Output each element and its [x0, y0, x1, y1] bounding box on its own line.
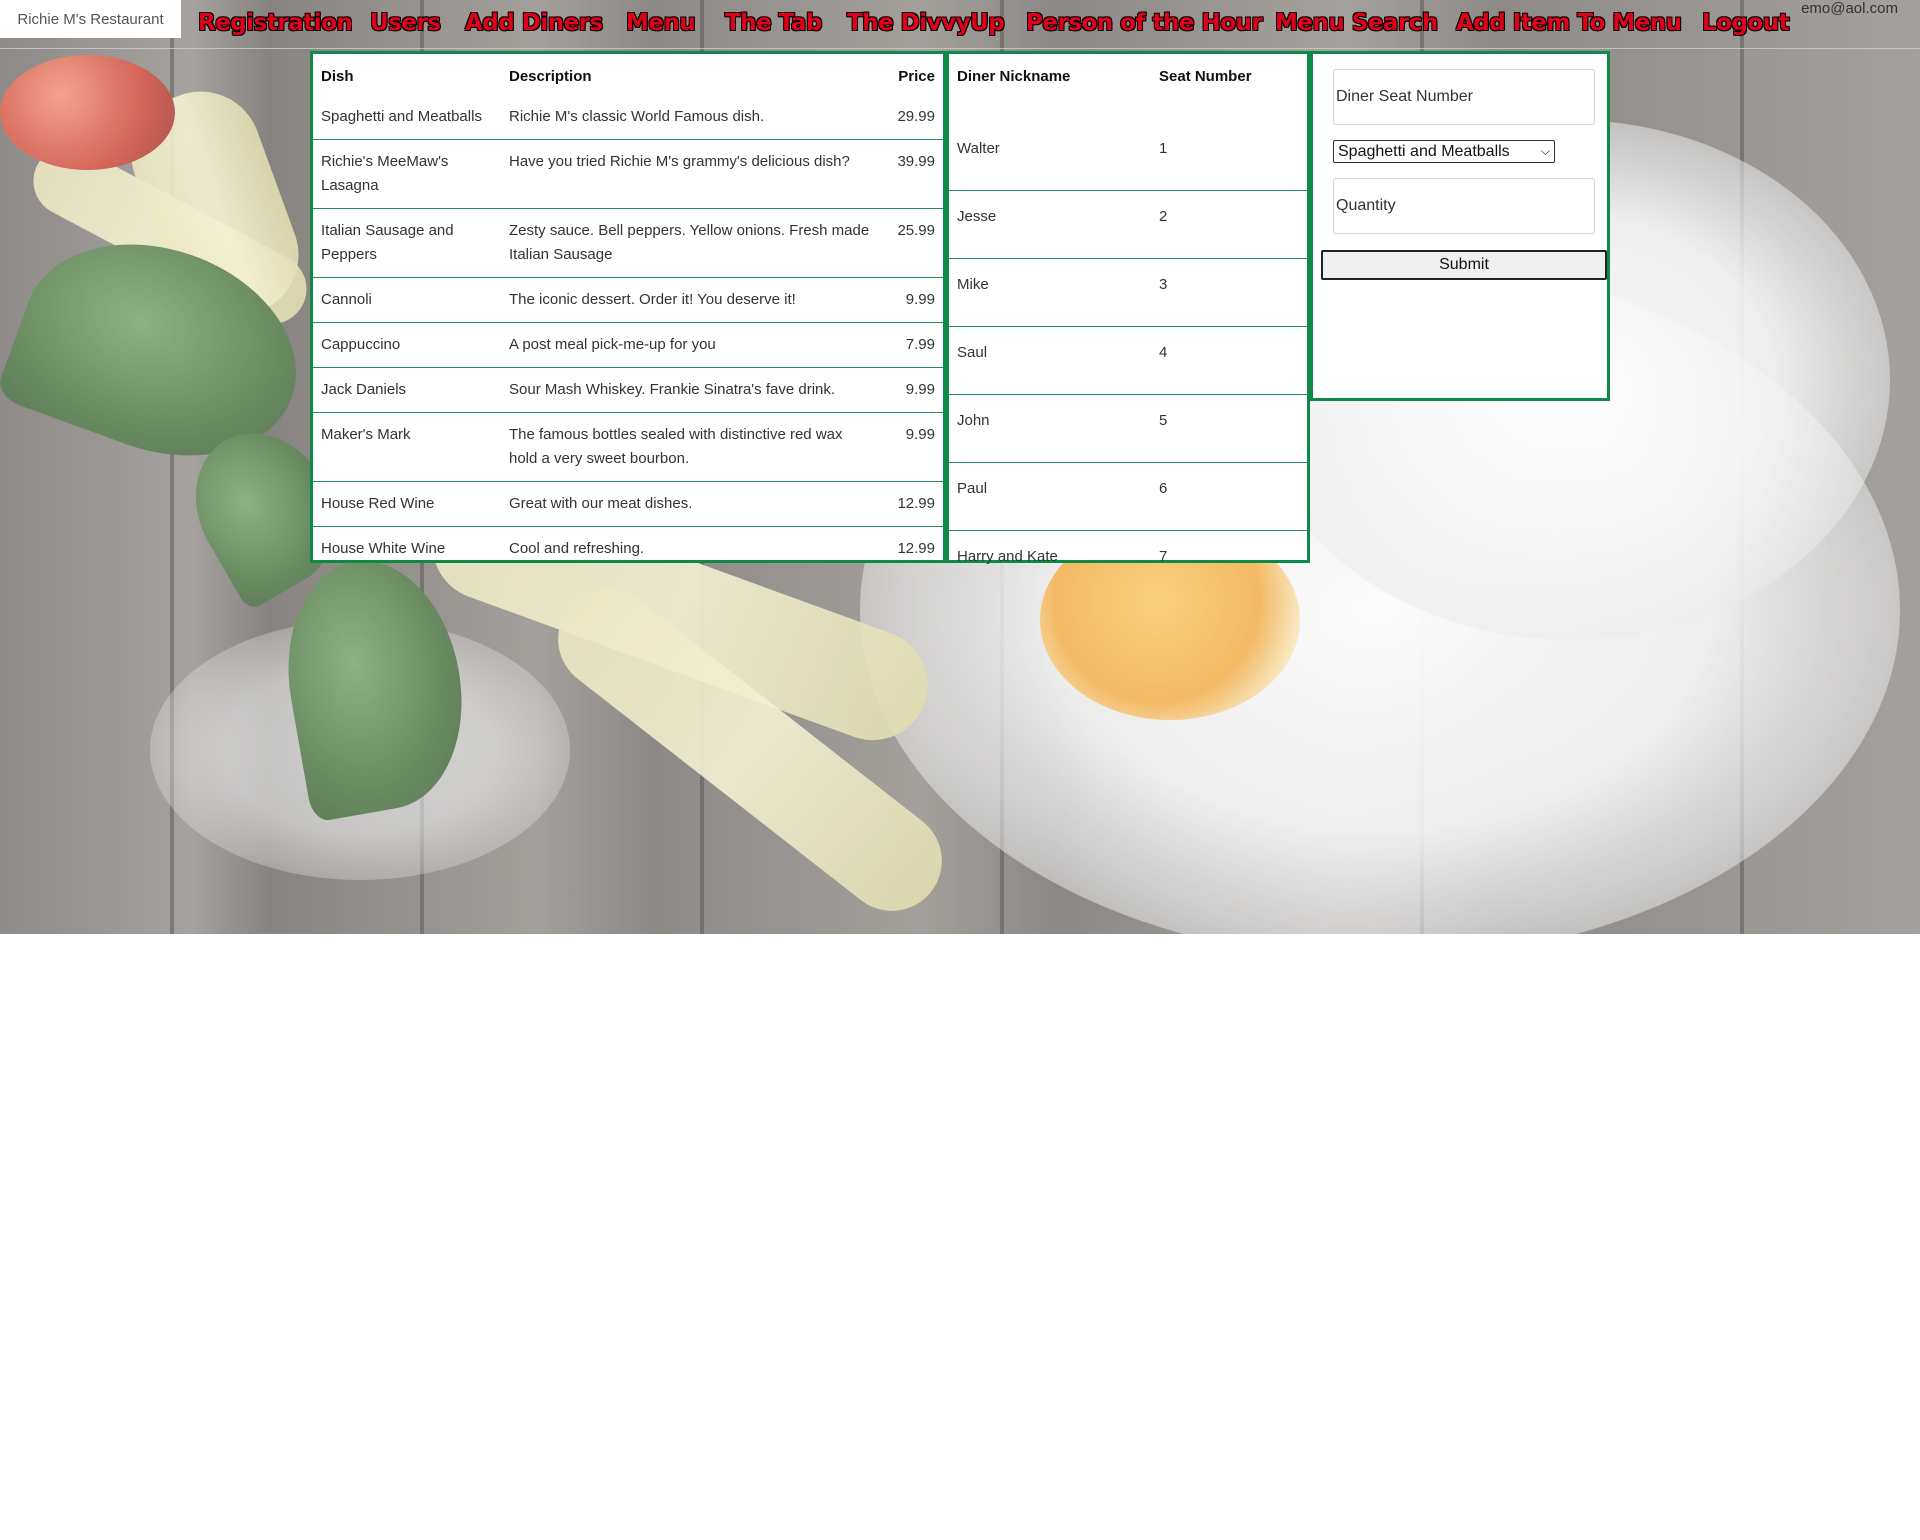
seat-number-input[interactable]: [1333, 69, 1595, 125]
dish-name: House White Wine: [321, 540, 446, 557]
table-row: Spaghetti and Meatballs Richie M's class…: [313, 95, 943, 140]
header-price: Price: [898, 68, 935, 85]
diner-nickname: Paul: [957, 480, 988, 497]
diner-nickname: Jesse: [957, 208, 997, 225]
dish-description: Great with our meat dishes.: [509, 495, 693, 512]
header-diner-nickname: Diner Nickname: [957, 68, 1071, 85]
brand-logo[interactable]: Richie M's Restaurant: [0, 0, 181, 38]
dish-name: Italian Sausage and Peppers: [321, 222, 454, 263]
diner-nickname: Saul: [957, 344, 988, 361]
diner-table-panel: Diner Nickname Seat Number Walter 1 Jess…: [946, 51, 1310, 565]
table-row: Maker's Mark The famous bottles sealed w…: [313, 413, 943, 482]
header-dish: Dish: [321, 68, 354, 85]
dish-name: Cappuccino: [321, 336, 401, 353]
nav-menu[interactable]: Menu: [626, 10, 696, 36]
table-row: Saul 4: [949, 327, 1307, 395]
seat-number: 6: [1159, 480, 1168, 497]
nav-the-divvyup[interactable]: The DivvyUp: [847, 10, 1005, 36]
diner-table: Diner Nickname Seat Number Walter 1 Jess…: [949, 54, 1307, 598]
table-row: Cannoli The iconic dessert. Order it! Yo…: [313, 278, 943, 323]
dish-name: Spaghetti and Meatballs: [321, 108, 482, 125]
dish-price: 7.99: [905, 336, 935, 353]
seat-number: 3: [1159, 276, 1168, 293]
nav-add-item-to-menu[interactable]: Add Item To Menu: [1456, 10, 1682, 36]
table-row: Cappuccino A post meal pick-me-up for yo…: [313, 323, 943, 368]
table-row: John 5: [949, 395, 1307, 463]
dish-description: Cool and refreshing.: [509, 540, 645, 557]
table-row: House Red Wine Great with our meat dishe…: [313, 482, 943, 527]
dish-price: 9.99: [905, 426, 935, 443]
user-email: emo@aol.com: [1801, 0, 1898, 17]
seat-number: 5: [1159, 412, 1168, 429]
table-row: Paul 6: [949, 463, 1307, 531]
nav-menu-search[interactable]: Menu Search: [1275, 10, 1438, 36]
table-row: Walter 1: [949, 123, 1307, 191]
dish-price: 29.99: [897, 108, 935, 125]
diner-table-header-row: Diner Nickname Seat Number: [949, 54, 1307, 123]
dish-price: 12.99: [897, 540, 935, 557]
diner-nickname: Mike: [957, 276, 989, 293]
header-seat-number: Seat Number: [1159, 68, 1252, 85]
seat-number: 4: [1159, 344, 1168, 361]
dish-price: 9.99: [905, 291, 935, 308]
dish-name: Maker's Mark: [321, 426, 411, 443]
dish-name: Jack Daniels: [321, 381, 407, 398]
order-form-panel: Spaghetti and Meatballs ⌵ Submit: [1310, 51, 1610, 401]
nav-registration[interactable]: Registration: [198, 10, 353, 36]
table-row: Mike 3: [949, 259, 1307, 327]
dish-select[interactable]: Spaghetti and Meatballs ⌵: [1333, 140, 1555, 163]
header-description: Description: [509, 68, 592, 85]
dish-price: 39.99: [897, 153, 935, 170]
table-row: Harry and Kate 7: [949, 531, 1307, 599]
dish-name: Richie's MeeMaw's Lasagna: [321, 153, 449, 194]
table-row: Jack Daniels Sour Mash Whiskey. Frankie …: [313, 368, 943, 413]
table-row: Jesse 2: [949, 191, 1307, 259]
dish-description: A post meal pick-me-up for you: [509, 336, 716, 353]
dish-price: 25.99: [897, 222, 935, 239]
dish-description: Sour Mash Whiskey. Frankie Sinatra's fav…: [509, 381, 836, 398]
diner-nickname: Walter: [957, 140, 1000, 157]
seat-number: 1: [1159, 140, 1168, 157]
dish-description: Richie M's classic World Famous dish.: [509, 108, 765, 125]
submit-button[interactable]: Submit: [1321, 250, 1607, 280]
nav-divider: [0, 48, 1920, 49]
quantity-input[interactable]: [1333, 178, 1595, 234]
nav-users[interactable]: Users: [370, 10, 441, 36]
diner-nickname: Harry and Kate: [957, 548, 1058, 565]
table-row: Italian Sausage and Peppers Zesty sauce.…: [313, 209, 943, 278]
dish-description: The famous bottles sealed with distincti…: [509, 426, 843, 467]
dish-description: Have you tried Richie M's grammy's delic…: [509, 153, 850, 170]
menu-table-panel: Dish Description Price Spaghetti and Mea…: [310, 51, 946, 563]
menu-table: Dish Description Price Spaghetti and Mea…: [313, 54, 943, 571]
dish-price: 12.99: [897, 495, 935, 512]
seat-number: 2: [1159, 208, 1168, 225]
chevron-down-icon: ⌵: [1540, 144, 1550, 158]
nav-person-of-the-hour[interactable]: Person of the Hour: [1026, 10, 1263, 36]
table-row: House White Wine Cool and refreshing. 12…: [313, 527, 943, 572]
dish-description: The iconic dessert. Order it! You deserv…: [509, 291, 796, 308]
dish-name: Cannoli: [321, 291, 372, 308]
dish-price: 9.99: [905, 381, 935, 398]
nav-the-tab[interactable]: The Tab: [725, 10, 822, 36]
dish-select-value: Spaghetti and Meatballs: [1338, 143, 1510, 160]
dish-name: House Red Wine: [321, 495, 435, 512]
table-row: Richie's MeeMaw's Lasagna Have you tried…: [313, 140, 943, 209]
diner-nickname: John: [957, 412, 990, 429]
nav-logout[interactable]: Logout: [1702, 10, 1790, 36]
seat-number: 7: [1159, 548, 1168, 565]
menu-table-header-row: Dish Description Price: [313, 54, 943, 95]
nav-add-diners[interactable]: Add Diners: [465, 10, 603, 36]
dish-description: Zesty sauce. Bell peppers. Yellow onions…: [509, 222, 870, 263]
